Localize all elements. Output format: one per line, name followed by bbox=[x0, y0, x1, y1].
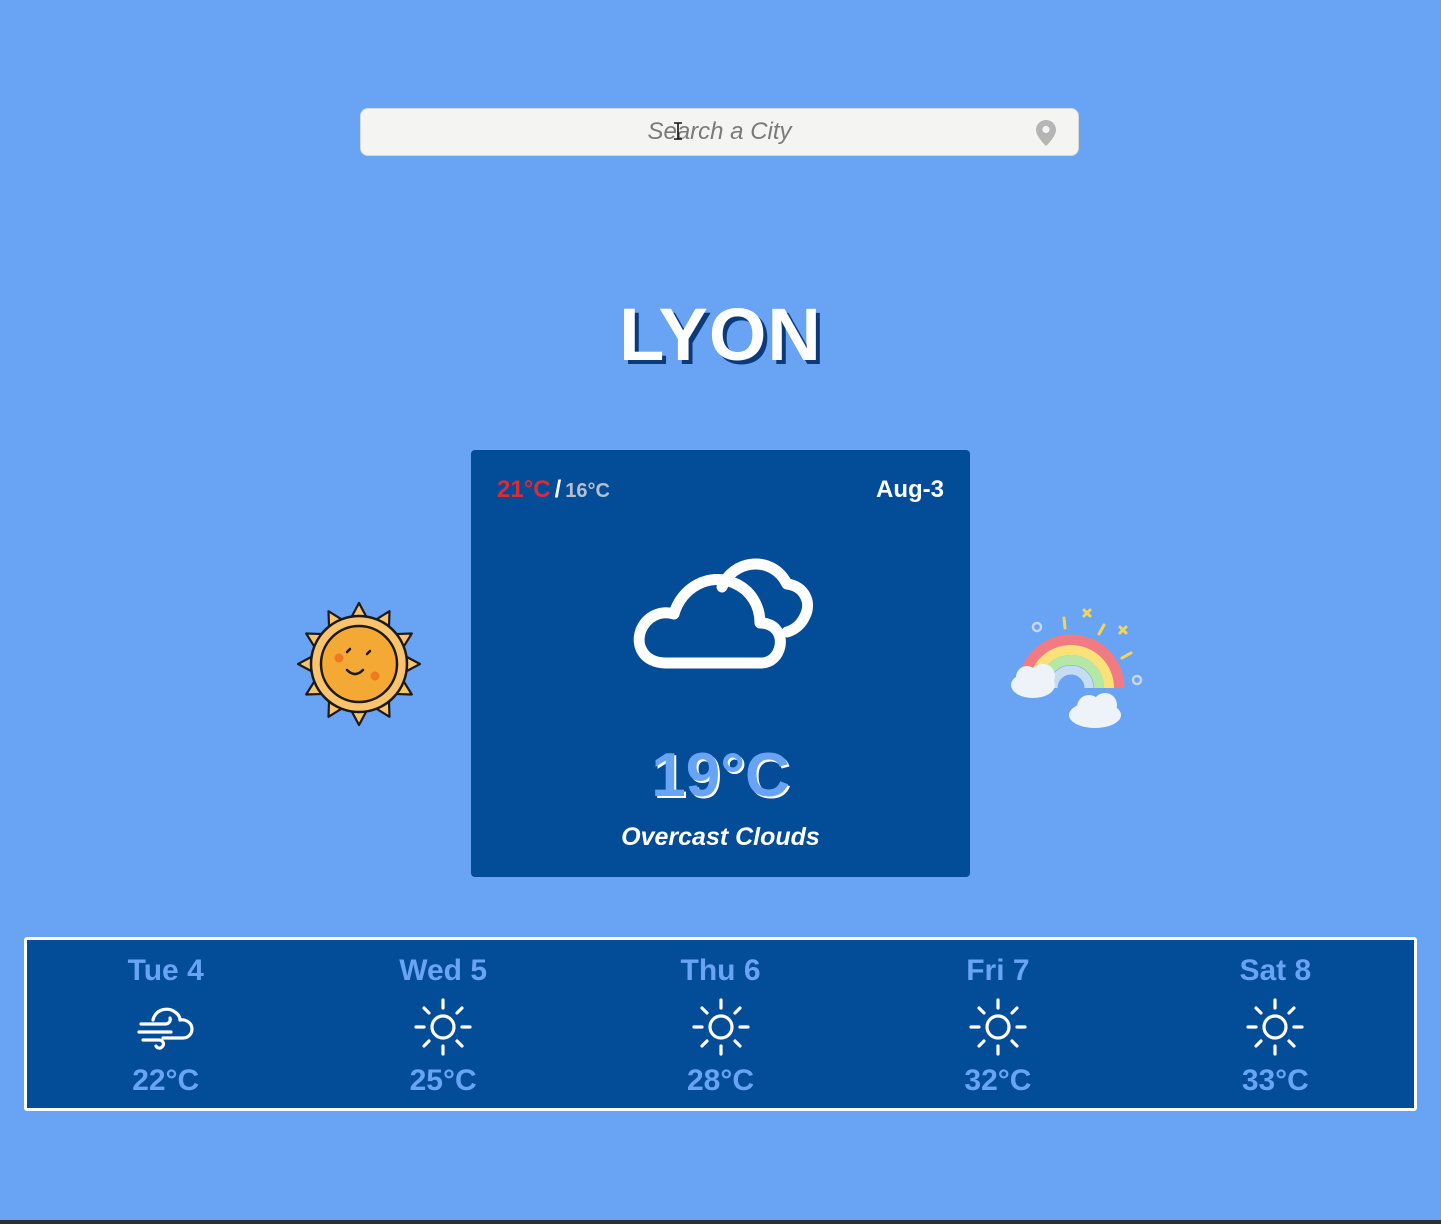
forecast-day: Tue 4 22°C bbox=[27, 940, 304, 1108]
forecast-temp: 33°C bbox=[1241, 1064, 1309, 1097]
city-search-input[interactable] bbox=[361, 109, 1078, 155]
current-temp: 19°C bbox=[651, 741, 790, 810]
forecast-day: Sat 8 33°C bbox=[1137, 940, 1414, 1108]
forecast-day: Fri 7 32°C bbox=[859, 940, 1136, 1108]
forecast-temp: 28°C bbox=[687, 1064, 755, 1097]
sun-icon bbox=[1246, 998, 1304, 1056]
text-cursor-icon bbox=[674, 122, 682, 140]
weather-condition: Overcast Clouds bbox=[621, 823, 820, 851]
sun-icon bbox=[414, 998, 472, 1056]
city-name: LYON bbox=[619, 293, 822, 376]
forecast-temp: 25°C bbox=[409, 1064, 477, 1097]
forecast-day-label: Sat 8 bbox=[1239, 954, 1312, 987]
sun-icon bbox=[969, 998, 1027, 1056]
forecast-strip: Tue 4 22°C Wed 5 25°C Thu 6 28°C Fri 7 3… bbox=[24, 937, 1417, 1111]
city-search-bar[interactable] bbox=[360, 108, 1079, 156]
forecast-day: Thu 6 28°C bbox=[582, 940, 859, 1108]
forecast-temp: 32°C bbox=[964, 1064, 1032, 1097]
temp-max: 21°C bbox=[497, 476, 551, 503]
forecast-day-label: Tue 4 bbox=[127, 954, 204, 987]
temp-separator: / bbox=[554, 476, 562, 503]
window-bottom-edge bbox=[0, 1220, 1441, 1224]
forecast-temp: 22°C bbox=[132, 1064, 200, 1097]
location-pin-icon[interactable] bbox=[1036, 120, 1056, 146]
temp-range: 21°C/16°C bbox=[497, 476, 610, 504]
wind-cloud-icon bbox=[137, 1007, 194, 1050]
current-date: Aug-3 bbox=[876, 476, 944, 503]
forecast-day: Wed 5 25°C bbox=[304, 940, 581, 1108]
forecast-day-label: Wed 5 bbox=[399, 954, 488, 987]
forecast-day-label: Thu 6 bbox=[680, 954, 761, 987]
forecast-day-label: Fri 7 bbox=[966, 954, 1030, 987]
smiling-sun-icon bbox=[296, 601, 422, 727]
rainbow-clouds-icon bbox=[1011, 608, 1143, 728]
temp-min: 16°C bbox=[565, 480, 610, 502]
overcast-clouds-icon bbox=[633, 558, 813, 669]
current-weather-card: 21°C/16°C Aug-3 19°C Overcast Clouds bbox=[471, 450, 970, 877]
sun-icon bbox=[691, 998, 750, 1056]
